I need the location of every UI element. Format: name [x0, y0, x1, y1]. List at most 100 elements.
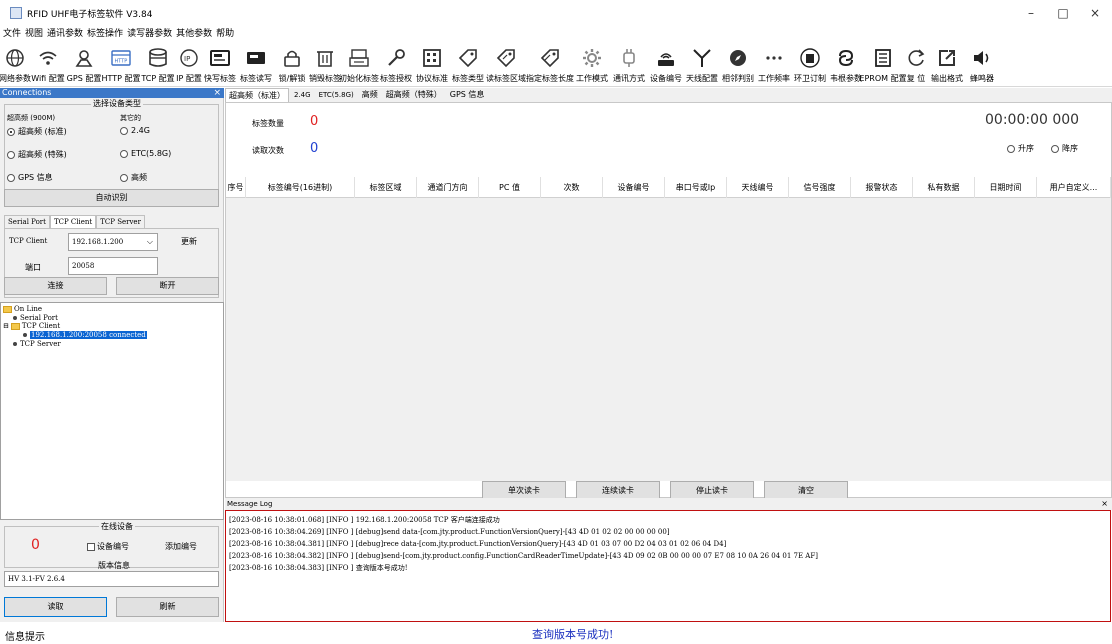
col-count[interactable]: 次数 [541, 177, 603, 198]
tree-node-connected[interactable]: 192.168.1.200:20058 connected [23, 331, 147, 339]
toolbar-button-tag-length[interactable]: 指定标签长度 [526, 42, 574, 87]
tcp-client-address-select[interactable]: 192.168.1.200 ⌵ [68, 233, 158, 251]
toolbar-button-wifi[interactable]: Wifi 配置 [30, 42, 66, 87]
toolbar-button-printer[interactable]: 初始化标签 [339, 42, 379, 87]
minimize-button[interactable]: – [1016, 3, 1046, 23]
radio-gps[interactable]: GPS 信息 [7, 172, 53, 183]
tab-gps[interactable]: GPS 信息 [447, 88, 488, 102]
device-type-title: 选择设备类型 [91, 98, 143, 109]
device-no-checkbox[interactable]: 设备编号 [87, 541, 129, 552]
timer-display: 00:00:00 000 [985, 112, 1080, 128]
toolbar-button-globe[interactable]: 网络参数 [0, 42, 31, 87]
menu-view[interactable]: 视图 [24, 27, 44, 41]
read-version-button[interactable]: 读取 [4, 597, 107, 617]
port-label: 端口 [25, 263, 41, 272]
toolbar-button-export[interactable]: 输出格式 [930, 42, 964, 87]
export-icon [936, 42, 958, 74]
toolbar-button-database[interactable]: TCP 配置 [140, 42, 176, 87]
radio-hf[interactable]: 高频 [120, 172, 147, 183]
toolbar-button-ip[interactable]: IP IP 配置 [176, 42, 202, 87]
toolbar-label: HTTP 配置 [101, 74, 141, 83]
toolbar-button-reset[interactable]: 复 位 [902, 42, 930, 87]
toolbar-button-compass[interactable]: 相邻判别 [720, 42, 756, 87]
col-pc-value[interactable]: PC 值 [479, 177, 541, 198]
message-log[interactable]: [2023-08-16 10:38:01.068] [INFO ] 192.16… [225, 510, 1111, 622]
col-alarm[interactable]: 报警状态 [851, 177, 913, 198]
col-datetime[interactable]: 日期时间 [975, 177, 1037, 198]
add-device-no-button[interactable]: 添加编号 [165, 541, 197, 552]
col-tag-id[interactable]: 标签编号(16进制) [246, 177, 355, 198]
log-line: [2023-08-16 10:38:01.068] [INFO ] 192.16… [229, 516, 500, 524]
toolbar-button-router[interactable]: 设备编号 [648, 42, 684, 87]
location-icon [73, 42, 95, 74]
tree-node-tcp-client[interactable]: ⊟ TCP Client [3, 322, 60, 330]
radio-uhf-standard[interactable]: 超高频 (标准) [7, 126, 67, 137]
toolbar-button-speaker[interactable]: 蜂鸣器 [964, 42, 1000, 87]
menu-help[interactable]: 帮助 [215, 27, 235, 41]
col-signal[interactable]: 信号强度 [789, 177, 851, 198]
toolbar-button-link[interactable]: 标签授权 [378, 42, 414, 87]
auto-detect-button[interactable]: 自动识别 [4, 189, 219, 207]
toolbar-button-antenna[interactable]: 天线配置 [684, 42, 720, 87]
tab-etc[interactable]: ETC(5.8G) [316, 88, 357, 102]
col-device-no[interactable]: 设备编号 [603, 177, 665, 198]
disconnect-button[interactable]: 断开 [116, 277, 219, 295]
toolbar-button-bin[interactable]: 环卫订制 [792, 42, 828, 87]
col-index[interactable]: 序号 [226, 177, 246, 198]
radio-uhf-special[interactable]: 超高频 (特殊) [7, 149, 67, 160]
tab-serial-port[interactable]: Serial Port [4, 215, 50, 228]
connections-close-icon[interactable]: × [213, 88, 221, 98]
tab-tcp-server[interactable]: TCP Server [96, 215, 145, 228]
tab-tcp-client[interactable]: TCP Client [49, 215, 97, 228]
tab-uhf-special[interactable]: 超高频（特殊） [383, 88, 445, 102]
col-gate-direction[interactable]: 通道门方向 [417, 177, 479, 198]
tag-count-label: 标签数量 [252, 119, 284, 128]
radio-dot-icon [120, 126, 128, 135]
toolbar-button-trash[interactable]: 销毁标签 [309, 42, 341, 87]
radio-etc[interactable]: ETC(5.8G) [120, 149, 171, 158]
tag-read-icon [495, 42, 517, 74]
col-antenna[interactable]: 天线编号 [727, 177, 789, 198]
tree-node-online[interactable]: On Line [3, 305, 42, 313]
col-tag-area[interactable]: 标签区域 [355, 177, 417, 198]
toolbar-button-grid[interactable]: 协议标准 [414, 42, 450, 87]
toolbar-button-plug[interactable]: 通讯方式 [610, 42, 648, 87]
refresh-version-button[interactable]: 刷新 [116, 597, 219, 617]
menu-tag-ops[interactable]: 标签操作 [86, 27, 124, 41]
connect-button[interactable]: 连接 [4, 277, 107, 295]
toolbar-button-location[interactable]: GPS 配置 [66, 42, 102, 87]
port-input[interactable]: 20058 [68, 257, 158, 275]
toolbar-button-card-rw[interactable]: 标签读写 [238, 42, 274, 87]
close-button[interactable]: × [1080, 3, 1110, 23]
toolbar-button-tag-read[interactable]: 读标签区域 [486, 42, 526, 87]
col-user-defined[interactable]: 用户自定义... [1037, 177, 1111, 198]
tab-2-4g[interactable]: 2.4G [291, 88, 314, 102]
radio-2-4g[interactable]: 2.4G [120, 126, 150, 135]
toolbar-button-tag[interactable]: 标签类型 [450, 42, 486, 87]
menu-file[interactable]: 文件 [2, 27, 22, 41]
tab-uhf-standard[interactable]: 超高频（标准） [225, 88, 289, 102]
toolbar-label: 韦根参数 [830, 74, 862, 83]
toolbar-button-http[interactable]: HTTP HTTP 配置 [101, 42, 141, 87]
tag-table-body[interactable] [226, 198, 1111, 481]
tree-node-tcp-server[interactable]: TCP Server [13, 340, 61, 348]
connection-tree: On Line Serial Port ⊟ TCP Client 192.168.… [0, 302, 224, 520]
maximize-button[interactable]: □ [1048, 3, 1078, 23]
refresh-address-button[interactable]: 更新 [181, 236, 197, 247]
radio-sort-asc[interactable]: 升序 [1007, 143, 1034, 154]
compass-icon [727, 42, 749, 74]
tree-node-serial-port[interactable]: Serial Port [13, 314, 58, 322]
radio-sort-desc[interactable]: 降序 [1051, 143, 1078, 154]
toolbar-button-more[interactable]: 工作频率 [756, 42, 792, 87]
toolbar-button-chip[interactable]: EPROM 配置 [859, 42, 907, 87]
message-log-close-icon[interactable]: × [1101, 498, 1108, 510]
col-port-ip[interactable]: 串口号或Ip [665, 177, 727, 198]
tab-hf[interactable]: 高频 [359, 88, 381, 102]
toolbar-button-gear[interactable]: 工作模式 [574, 42, 610, 87]
col-private-data[interactable]: 私有数据 [913, 177, 975, 198]
toolbar-button-lock[interactable]: 锁/解锁 [274, 42, 310, 87]
toolbar-button-card-write[interactable]: 快写标签 [202, 42, 238, 87]
menu-comm-params[interactable]: 通讯参数 [46, 27, 84, 41]
menu-other-params[interactable]: 其他参数 [175, 27, 213, 41]
menu-reader-params[interactable]: 读写器参数 [126, 27, 173, 41]
